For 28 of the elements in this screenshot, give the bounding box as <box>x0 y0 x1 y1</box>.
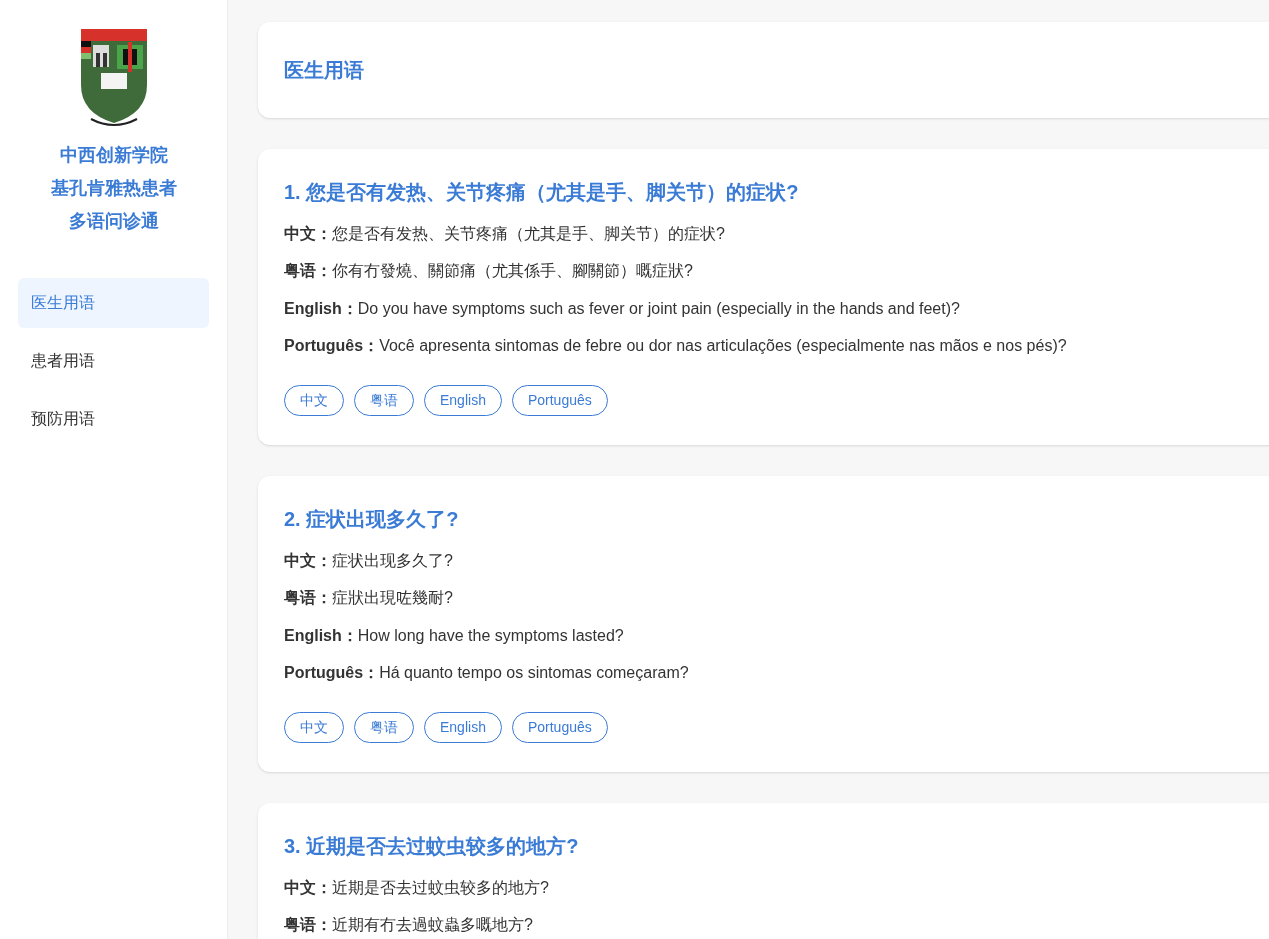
question-title: 3. 近期是否去过蚊虫较多的地方? <box>284 834 580 859</box>
nav-item[interactable]: 患者用语 <box>18 336 209 386</box>
speak-button[interactable]: English <box>424 385 502 416</box>
translation-line: English：Do you have symptoms such as fever or joint pain (especially in the hands and feet)? <box>284 298 961 319</box>
translation-line: 中文：近期是否去过蚊虫较多的地方? <box>284 877 550 898</box>
speak-button[interactable]: 中文 <box>284 385 344 416</box>
page-title: 医生用语 <box>284 58 364 83</box>
nav-item[interactable]: 预防用语 <box>18 394 209 444</box>
translation-line: 粤语：近期有冇去過蚊蟲多嘅地方? <box>284 915 534 936</box>
speak-button[interactable]: 中文 <box>284 712 344 743</box>
translation-line: Português：Há quanto tempo os sintomas começaram? <box>284 663 690 684</box>
translation-line: English：How long have the symptoms lasted? <box>284 625 625 646</box>
speak-button[interactable]: English <box>424 712 502 743</box>
question-title: 1. 您是否有发热、关节疼痛（尤其是手、脚关节）的症状? <box>284 180 800 205</box>
speak-button[interactable]: Português <box>511 712 608 743</box>
translation-line: 中文：症状出现多久了? <box>284 550 454 571</box>
speak-button[interactable]: Português <box>511 385 608 416</box>
nav-item[interactable]: 医生用语 <box>18 278 209 328</box>
app-title: 中西创新学院 <box>59 144 168 167</box>
translation-line: Português：Você apresenta sintomas de febre ou dor nas articulações (especialmente nas mãos e nos pés)? <box>284 336 1068 357</box>
translation-line: 中文：您是否有发热、关节疼痛（尤其是手、脚关节）的症状? <box>284 223 726 244</box>
translation-line: 粤语：症狀出現咗幾耐? <box>284 588 454 609</box>
app-title: 基孔肯雅热患者 <box>50 177 177 200</box>
speak-button[interactable]: 粤语 <box>354 385 414 416</box>
question-title: 2. 症状出现多久了? <box>284 507 460 532</box>
translation-line: 粤语：你有冇發燒、關節痛（尤其係手、腳關節）嘅症狀? <box>284 261 694 282</box>
speak-button[interactable]: 粤语 <box>354 712 414 743</box>
app-title: 多语问诊通 <box>68 210 159 233</box>
